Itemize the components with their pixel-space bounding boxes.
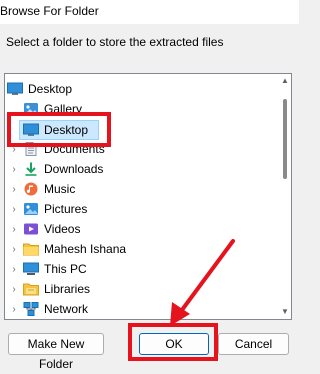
tree-item-label: Network [44,302,89,316]
expand-chevron-icon[interactable]: › [10,219,18,239]
annotation-highlight-ok [128,323,218,361]
expand-chevron-icon[interactable]: › [10,179,18,199]
tree-item-videos[interactable]: Videos [23,219,80,239]
window-title: Browse For Folder [0,4,99,18]
music-icon [24,182,38,196]
make-new-folder-button[interactable]: Make New Folder [8,333,104,371]
instruction-text: Select a folder to store the extracted f… [6,35,224,49]
pictures-icon [24,203,38,215]
title-bar: Browse For Folder [0,0,299,24]
user-folder-icon [23,243,39,256]
annotation-highlight-desktop [7,112,111,147]
tree-item-label: Desktop [28,82,73,96]
expand-chevron-icon[interactable]: › [10,159,18,179]
vertical-scrollbar[interactable]: ▲ ▼ [280,75,290,318]
tree-item-label: Mahesh Ishana [44,242,127,256]
videos-icon [24,223,38,235]
tree-item-music[interactable]: Music [23,179,75,199]
expand-chevron-icon[interactable]: › [10,199,18,219]
tree-item-user-folder[interactable]: Mahesh Ishana [23,239,126,259]
expand-chevron-icon[interactable]: › [10,299,18,319]
libraries-icon [23,283,39,296]
tree-item-root-desktop[interactable]: Desktop [7,79,72,99]
tree-item-label: Pictures [44,202,88,216]
scroll-up-icon[interactable]: ▲ [281,77,289,85]
expand-chevron-icon[interactable]: › [10,279,18,299]
tree-item-label: Music [44,182,76,196]
expand-chevron-icon[interactable]: › [10,239,18,259]
desktop-icon [7,82,23,95]
scroll-thumb[interactable] [283,99,287,179]
folder-tree[interactable]: Desktop Gallery Desktop › Documents › Do… [4,73,292,320]
expand-chevron-icon[interactable]: › [10,259,18,279]
this-pc-icon [23,262,39,275]
tree-item-downloads[interactable]: Downloads [23,159,103,179]
downloads-icon [25,162,37,176]
scroll-down-icon[interactable]: ▼ [281,308,289,316]
tree-item-network[interactable]: Network [23,299,88,319]
tree-item-label: Downloads [44,162,104,176]
tree-item-label: This PC [44,262,87,276]
cancel-button[interactable]: Cancel [218,333,289,355]
tree-item-label: Libraries [44,282,91,296]
tree-item-libraries[interactable]: Libraries [23,279,90,299]
tree-item-this-pc[interactable]: This PC [23,259,87,279]
tree-item-pictures[interactable]: Pictures [23,199,87,219]
network-icon [23,302,39,316]
tree-item-label: Videos [44,222,81,236]
